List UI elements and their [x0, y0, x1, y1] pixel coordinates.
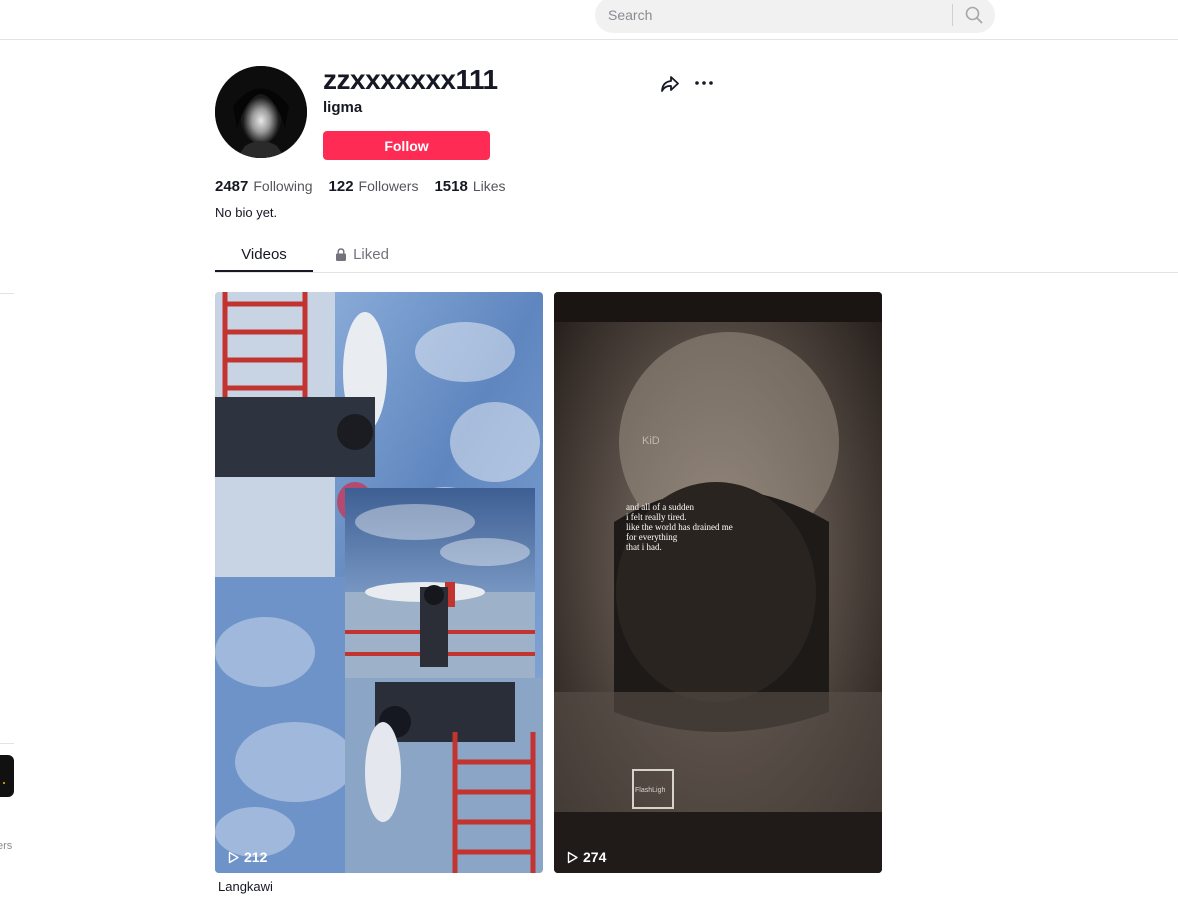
stat-followers[interactable]: 122 Followers — [329, 178, 419, 195]
tab-label: Liked — [353, 245, 389, 263]
stat-label: Likes — [472, 178, 506, 194]
left-rail-partial-text: ers — [0, 840, 13, 852]
search-bar[interactable] — [595, 0, 995, 33]
username: zzxxxxxxx111 — [323, 64, 498, 95]
video-thumbnail: and all of a sudden i felt really tired.… — [554, 292, 882, 873]
video-card[interactable]: 212 — [215, 292, 543, 873]
play-icon — [228, 851, 239, 863]
search-icon — [965, 6, 983, 24]
stat-value: 122 — [328, 178, 354, 195]
stat-label: Following — [253, 178, 313, 194]
share-icon[interactable] — [659, 73, 681, 95]
overlay-text-line: for everything — [626, 532, 678, 542]
stat-value: 1518 — [434, 178, 468, 195]
more-options-icon[interactable] — [693, 73, 715, 93]
profile-stats: 2487 Following 122 Followers 1518 Likes — [215, 178, 522, 195]
search-input[interactable] — [595, 0, 952, 33]
left-rail-divider — [0, 293, 14, 294]
tab-liked[interactable]: Liked — [313, 236, 411, 272]
view-count-value: 274 — [583, 849, 607, 865]
left-rail-divider — [0, 743, 14, 744]
search-button[interactable] — [953, 0, 995, 33]
play-icon — [567, 851, 578, 863]
overlay-text-line: like the world has drained me — [626, 522, 733, 532]
tab-label: Videos — [241, 245, 287, 263]
overlay-text-line: and all of a sudden — [626, 502, 694, 512]
stat-likes: 1518 Likes — [434, 178, 505, 195]
overlay-text-line: i felt really tired. — [626, 512, 686, 522]
view-count: 274 — [566, 849, 606, 865]
overlay-kid-text: KiD — [642, 435, 660, 447]
stat-following[interactable]: 2487 Following — [215, 178, 313, 195]
bio: No bio yet. — [215, 205, 278, 220]
profile-tabs: Videos Liked — [215, 236, 411, 272]
left-rail-app-card[interactable] — [0, 755, 14, 797]
avatar — [215, 66, 307, 158]
video-caption[interactable]: Langkawi — [218, 879, 273, 894]
nickname: ligma — [323, 99, 363, 116]
lock-icon — [336, 247, 347, 261]
active-tab-indicator — [215, 270, 313, 272]
tab-videos[interactable]: Videos — [215, 236, 313, 272]
tabs-divider — [215, 272, 1178, 273]
video-thumbnail — [215, 292, 543, 873]
overlay-flash-text: FlashLigh — [635, 787, 665, 794]
top-bar — [0, 0, 1178, 40]
view-count: 212 — [227, 849, 267, 865]
stat-label: Followers — [358, 178, 419, 194]
stat-value: 2487 — [215, 178, 249, 195]
video-card[interactable]: and all of a sudden i felt really tired.… — [554, 292, 882, 873]
view-count-value: 212 — [244, 849, 268, 865]
follow-button[interactable]: Follow — [323, 131, 490, 160]
overlay-text-line: that i had. — [626, 542, 662, 552]
